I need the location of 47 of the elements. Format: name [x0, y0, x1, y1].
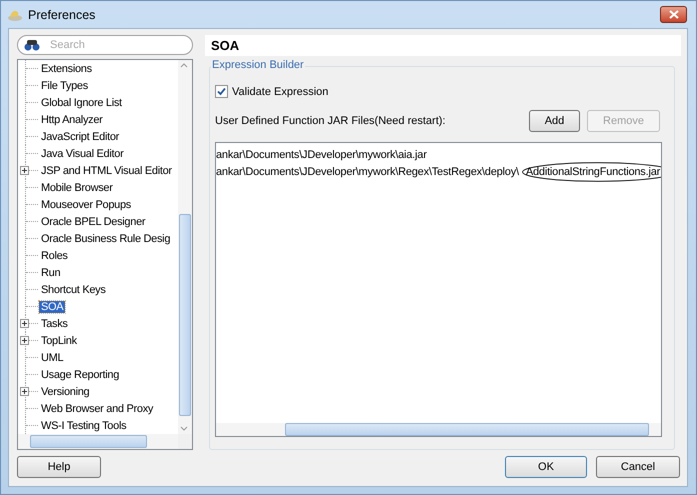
file-path[interactable]: ankar\Documents\JDeveloper\mywork\Regex\TestRegex\deploy\: [216, 166, 519, 178]
tree-item[interactable]: Roles: [39, 250, 70, 262]
tree-item[interactable]: Java Visual Editor: [39, 148, 126, 160]
tree-item[interactable]: Http Analyzer: [39, 114, 105, 126]
expand-icon[interactable]: [20, 166, 29, 175]
close-icon: [668, 10, 678, 19]
page-title: SOA: [205, 35, 681, 56]
ok-button[interactable]: OK: [505, 456, 587, 478]
group-title: Expression Builder: [211, 59, 305, 71]
cancel-button[interactable]: Cancel: [596, 456, 680, 478]
tree-item[interactable]: Tasks: [39, 318, 70, 330]
tree-item[interactable]: WS-I Testing Tools: [39, 420, 128, 432]
checkbox[interactable]: [215, 85, 228, 98]
tree-item[interactable]: Mobile Browser: [39, 182, 115, 194]
tree-item[interactable]: Extensions: [39, 62, 94, 74]
tree-item[interactable]: Usage Reporting: [39, 368, 122, 380]
tree-item[interactable]: File Types: [39, 80, 90, 92]
tree-item[interactable]: Run: [39, 266, 62, 278]
tree-item[interactable]: Mouseover Popups: [39, 198, 133, 210]
help-button[interactable]: Help: [17, 456, 101, 478]
tree-item[interactable]: JavaScript Editor: [39, 130, 122, 142]
binoculars-icon: [24, 39, 40, 51]
search-box[interactable]: Search: [17, 35, 193, 55]
tree-item[interactable]: Shortcut Keys: [39, 284, 108, 296]
expand-icon[interactable]: [20, 387, 29, 396]
tree-item[interactable]: JSP and HTML Visual Editor: [39, 164, 174, 176]
expand-icon[interactable]: [20, 319, 29, 328]
checkbox-label: Validate Expression: [232, 86, 328, 98]
expand-icon[interactable]: [20, 336, 29, 345]
tree-item[interactable]: Oracle BPEL Designer: [39, 216, 148, 228]
close-button[interactable]: [660, 6, 687, 23]
tree-item[interactable]: Web Browser and Proxy: [39, 402, 156, 414]
tree-item[interactable]: SOA: [39, 300, 66, 312]
horizontal-scrollbar[interactable]: [216, 423, 661, 436]
window-title: Preferences: [28, 8, 96, 22]
horizontal-scrollbar[interactable]: [18, 434, 178, 449]
tree-item[interactable]: UML: [39, 352, 66, 364]
vertical-scrollbar[interactable]: [178, 60, 192, 434]
tree-item[interactable]: Global Ignore List: [39, 96, 124, 108]
add-button[interactable]: Add: [529, 110, 580, 132]
scrollbar-corner: [178, 434, 192, 449]
search-field[interactable]: Search: [50, 39, 160, 51]
tree-item[interactable]: TopLink: [39, 334, 79, 346]
jar-files-label: User Defined Function JAR Files(Need restart):: [215, 115, 446, 127]
file-path[interactable]: ankar\Documents\JDeveloper\mywork\aia.jar: [216, 148, 427, 160]
tree-item[interactable]: Versioning: [39, 386, 92, 398]
tree-item[interactable]: Oracle Business Rule Desig: [39, 232, 172, 244]
